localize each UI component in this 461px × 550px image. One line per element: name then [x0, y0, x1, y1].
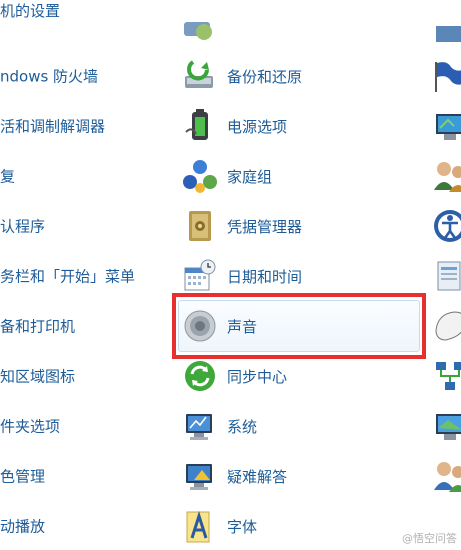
- link-taskbar-start-menu[interactable]: 务栏和「开始」菜单: [0, 256, 170, 296]
- backup-restore-icon: [185, 60, 213, 88]
- credential-manager-icon: [189, 211, 211, 241]
- date-time-icon: [184, 259, 216, 291]
- ease-of-access-icon[interactable]: [432, 208, 461, 244]
- link-devices-printers[interactable]: 备和打印机: [0, 306, 170, 346]
- link-label: 认程序: [0, 217, 46, 236]
- link-phone-modem[interactable]: 活和调制解调器: [0, 106, 170, 146]
- flag-icon[interactable]: [432, 58, 461, 94]
- cut-off-icon: [432, 20, 461, 50]
- link-sync-center[interactable]: 同步中心: [180, 356, 420, 396]
- link-label: 家庭组: [227, 167, 273, 186]
- link-label: 凭据管理器: [227, 217, 303, 236]
- link-label: 动播放: [0, 517, 46, 536]
- link-label: 复: [0, 167, 16, 186]
- network-icon[interactable]: [432, 358, 461, 394]
- link-label: 电源选项: [227, 117, 288, 136]
- link-recovery[interactable]: 复: [0, 156, 170, 196]
- page-title-fragment: 机的设置: [0, 2, 61, 20]
- link-date-time[interactable]: 日期和时间: [180, 256, 420, 296]
- header-fragment: 机的设置: [0, 0, 180, 32]
- link-windows-firewall[interactable]: ndows 防火墙: [0, 56, 170, 96]
- link-fonts[interactable]: 字体: [180, 506, 420, 546]
- troubleshooting-icon: [186, 464, 212, 490]
- watermark: @悟空问答: [402, 532, 457, 545]
- link-label: 系统: [227, 417, 258, 436]
- link-label: ndows 防火墙: [0, 67, 99, 86]
- system-icon: [186, 414, 212, 440]
- mouse-icon[interactable]: [432, 308, 461, 344]
- link-system[interactable]: 系统: [180, 406, 420, 446]
- link-label: 声音: [227, 317, 258, 336]
- user-accounts-icon[interactable]: [432, 458, 461, 494]
- speaker-icon: [184, 310, 216, 342]
- link-credential-manager[interactable]: 凭据管理器: [180, 206, 420, 246]
- power-options-icon: [185, 109, 208, 140]
- link-label: 同步中心: [227, 367, 288, 386]
- document-icon[interactable]: [432, 258, 461, 294]
- link-label: 备份和还原: [227, 67, 303, 86]
- link-folder-options[interactable]: 件夹选项: [0, 406, 170, 446]
- fonts-icon: [186, 511, 210, 543]
- display-icon[interactable]: [432, 408, 461, 444]
- link-default-programs[interactable]: 认程序: [0, 206, 170, 246]
- link-sound[interactable]: 声音: [180, 306, 420, 346]
- link-color-management[interactable]: 色管理: [0, 456, 170, 496]
- link-label: 件夹选项: [0, 417, 61, 436]
- link-autoplay[interactable]: 动播放: [0, 506, 170, 546]
- homegroup-icon: [183, 160, 217, 193]
- link-label: 备和打印机: [0, 317, 76, 336]
- link-troubleshooting[interactable]: 疑难解答: [180, 456, 420, 496]
- link-label: 字体: [227, 517, 258, 536]
- link-power-options[interactable]: 电源选项: [180, 106, 420, 146]
- cut-off-icon: [178, 18, 218, 44]
- link-label: 知区域图标: [0, 367, 76, 386]
- link-label: 务栏和「开始」菜单: [0, 267, 136, 286]
- link-label: 疑难解答: [227, 467, 288, 486]
- link-notification-icons[interactable]: 知区域图标: [0, 356, 170, 396]
- link-label: 日期和时间: [227, 267, 303, 286]
- link-label: 活和调制解调器: [0, 117, 106, 136]
- users-icon[interactable]: [432, 158, 461, 194]
- link-backup-restore[interactable]: 备份和还原: [180, 56, 420, 96]
- link-homegroup[interactable]: 家庭组: [180, 156, 420, 196]
- monitor-icon[interactable]: [432, 108, 461, 144]
- link-label: 色管理: [0, 467, 46, 486]
- sync-center-icon: [185, 361, 215, 391]
